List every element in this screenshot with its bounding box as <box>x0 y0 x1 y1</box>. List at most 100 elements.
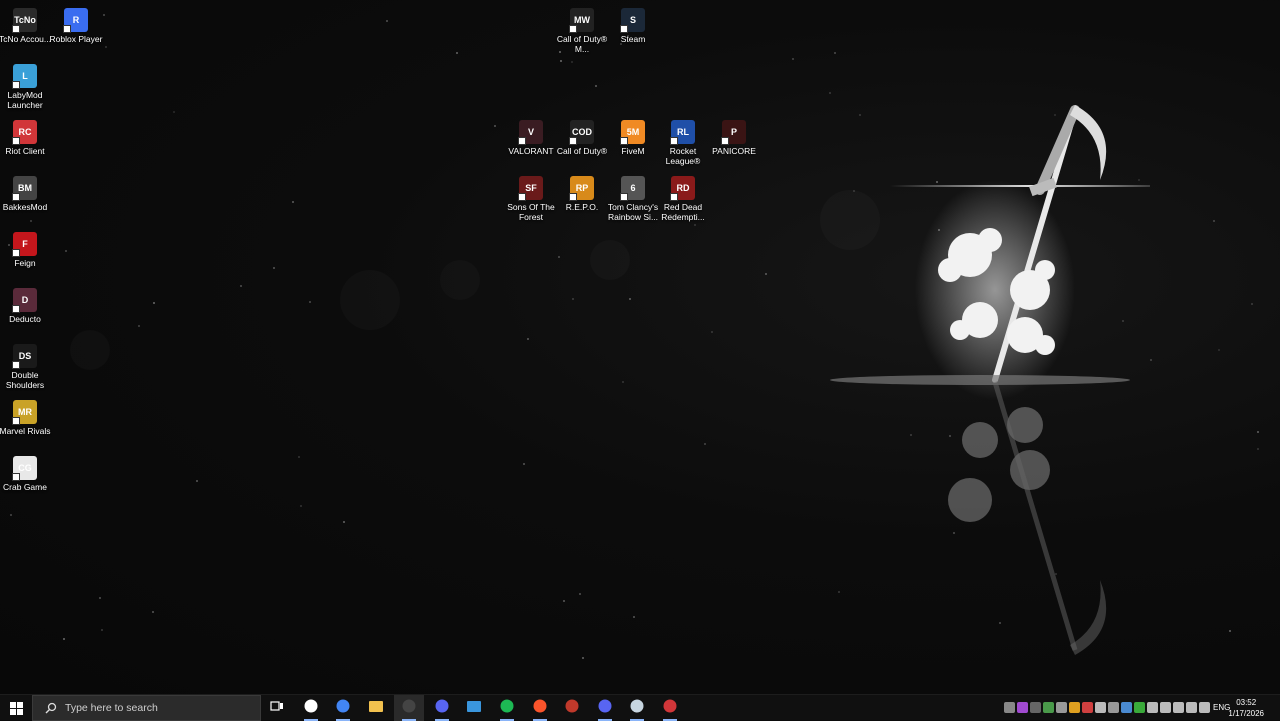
desktop-icon-sonsoftheforest[interactable]: SF Sons Of The Forest <box>503 172 559 222</box>
shortcut-arrow-icon <box>12 473 20 481</box>
desktop-icon-deducto[interactable]: D Deducto <box>0 284 53 324</box>
taskbar-app-game-launcher[interactable] <box>557 695 587 721</box>
tray-icon[interactable] <box>1199 702 1210 713</box>
star <box>571 61 573 63</box>
tray-icon[interactable] <box>1108 702 1119 713</box>
icon-glyph: V <box>527 127 534 137</box>
tray-icon[interactable] <box>1147 702 1158 713</box>
desktop-icon-labymod[interactable]: L LabyMod Launcher <box>0 60 53 110</box>
tray-icon[interactable] <box>1095 702 1106 713</box>
clock[interactable]: 03:52 1/17/2026 <box>1228 697 1264 719</box>
tray-icon[interactable] <box>1186 702 1197 713</box>
desktop-icon-roblox[interactable]: R Roblox Player <box>48 4 104 44</box>
taskbar-app-riot[interactable] <box>655 695 685 721</box>
taskbar-app-file-explorer[interactable] <box>361 695 391 721</box>
roblox-icon: R <box>63 8 88 33</box>
feign-icon: F <box>12 232 37 257</box>
desktop-icon-bakkesmod[interactable]: BM BakkesMod <box>0 172 53 212</box>
taskbar-app-discord[interactable] <box>590 695 620 721</box>
desktop-icon-repo[interactable]: RP R.E.P.O. <box>554 172 610 212</box>
icon-glyph: S <box>629 15 636 25</box>
tray-icon[interactable] <box>1121 702 1132 713</box>
tray-icon[interactable] <box>1056 702 1067 713</box>
desktop-icon-cod[interactable]: COD Call of Duty® <box>554 116 610 156</box>
marvelrivals-icon: MR <box>12 400 37 425</box>
desktop-icon-reddead[interactable]: RD Red Dead Redempti... <box>655 172 711 222</box>
tray-icon[interactable] <box>1173 702 1184 713</box>
star <box>30 220 32 222</box>
desktop-icon-codmw[interactable]: MW Call of Duty® M... <box>554 4 610 54</box>
desktop-icon-crabgame[interactable]: CG Crab Game <box>0 452 53 492</box>
windows-logo-icon <box>9 701 23 715</box>
desktop-icon-valorant[interactable]: V VALORANT <box>503 116 559 156</box>
tray-icon[interactable] <box>1069 702 1080 713</box>
tray-icon[interactable] <box>1017 702 1028 713</box>
desktop-icon-steam[interactable]: S Steam <box>605 4 661 44</box>
star <box>704 443 706 445</box>
wallpaper-bokeh <box>440 260 480 300</box>
shortcut-arrow-icon <box>12 417 20 425</box>
tray-icon[interactable] <box>1082 702 1093 713</box>
shortcut-arrow-icon <box>12 81 20 89</box>
taskbar-app-discord-ptb[interactable] <box>427 695 457 721</box>
chrome-icon <box>336 699 350 718</box>
desktop-icon-fivem[interactable]: 5M FiveM <box>605 116 661 156</box>
desktop-icon-doubleshoulders[interactable]: DS Double Shoulders <box>0 340 53 390</box>
tray-icon[interactable] <box>1134 702 1145 713</box>
taskbar-app-obs[interactable] <box>394 695 424 721</box>
desktop-icon-label: Crab Game <box>3 482 47 492</box>
steam-icon <box>630 699 644 718</box>
desktop[interactable]: TcNo TcNo Accou... R Roblox Player L LabyMod … <box>0 0 1280 694</box>
desktop-icon-rocketleague[interactable]: RL Rocket League® <box>655 116 711 166</box>
desktop-icon-label: Red Dead Redempti... <box>661 202 705 222</box>
desktop-icon-tcno[interactable]: TcNo TcNo Accou... <box>0 4 53 44</box>
clock-date: 1/17/2026 <box>1228 709 1264 718</box>
desktop-icon-feign[interactable]: F Feign <box>0 228 53 268</box>
desktop-icon-rainbowsix[interactable]: 6 Tom Clancy's Rainbow Si... <box>605 172 661 222</box>
tray-icon[interactable] <box>1004 702 1015 713</box>
desktop-icon-marvelrivals[interactable]: MR Marvel Rivals <box>0 396 53 436</box>
taskbar-app-spotify[interactable] <box>492 695 522 721</box>
sonsoftheforest-icon: SF <box>518 176 543 201</box>
taskbar-app-steelseries[interactable] <box>296 695 326 721</box>
taskbar-app-windows-store[interactable] <box>459 695 489 721</box>
search-input[interactable] <box>65 702 245 714</box>
doubleshoulders-icon: DS <box>12 344 37 369</box>
start-button[interactable] <box>0 695 32 721</box>
tray-icon[interactable] <box>1160 702 1171 713</box>
desktop-icon-label: R.E.P.O. <box>565 202 599 212</box>
star <box>1150 359 1152 361</box>
icon-glyph: COD <box>572 127 592 137</box>
desktop-icon-riot[interactable]: RC Riot Client <box>0 116 53 156</box>
shortcut-arrow-icon <box>670 137 678 145</box>
bakkesmod-icon: BM <box>12 176 37 201</box>
codmw-icon: MW <box>569 8 594 33</box>
desktop-icon-panicore[interactable]: P PANICORE <box>706 116 762 156</box>
star <box>694 224 696 226</box>
deducto-icon: D <box>12 288 37 313</box>
star <box>152 611 154 613</box>
star <box>558 256 560 258</box>
taskbar-app-chrome[interactable] <box>328 695 358 721</box>
desktop-icon-label: Double Shoulders <box>5 370 45 390</box>
shortcut-arrow-icon <box>12 193 20 201</box>
tray-icon[interactable] <box>1043 702 1054 713</box>
desktop-icon-label: Steam <box>620 34 646 44</box>
shortcut-arrow-icon <box>620 25 628 33</box>
taskbar-app-brave[interactable] <box>525 695 555 721</box>
shortcut-arrow-icon <box>12 249 20 257</box>
star <box>579 593 581 595</box>
steam-icon: S <box>620 8 645 33</box>
desktop-icon-label: Tom Clancy's Rainbow Si... <box>607 202 659 222</box>
tray-icon[interactable] <box>1030 702 1041 713</box>
star <box>240 285 242 287</box>
star <box>1218 349 1220 351</box>
icon-glyph: RL <box>677 127 689 137</box>
icon-glyph: MR <box>18 407 32 417</box>
taskbar-search-box[interactable] <box>32 695 261 721</box>
game-launcher-icon <box>565 699 579 718</box>
taskbar-app-steam[interactable] <box>622 695 652 721</box>
taskbar-app-task-view[interactable] <box>262 695 292 721</box>
icon-glyph: R <box>72 15 80 25</box>
brave-icon <box>533 699 547 718</box>
